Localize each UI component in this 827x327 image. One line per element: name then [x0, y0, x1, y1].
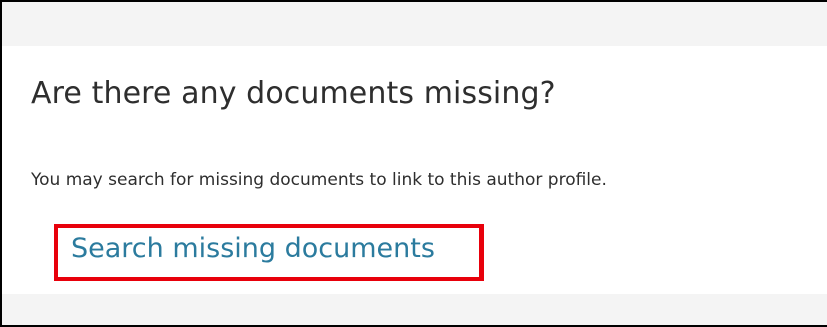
missing-documents-panel: Are there any documents missing? You may…	[0, 0, 827, 327]
missing-documents-heading: Are there any documents missing?	[31, 76, 556, 111]
search-missing-documents-link[interactable]: Search missing documents	[71, 233, 435, 264]
top-divider-band	[2, 2, 827, 46]
missing-documents-description: You may search for missing documents to …	[31, 170, 607, 190]
bottom-divider-band	[2, 294, 827, 325]
